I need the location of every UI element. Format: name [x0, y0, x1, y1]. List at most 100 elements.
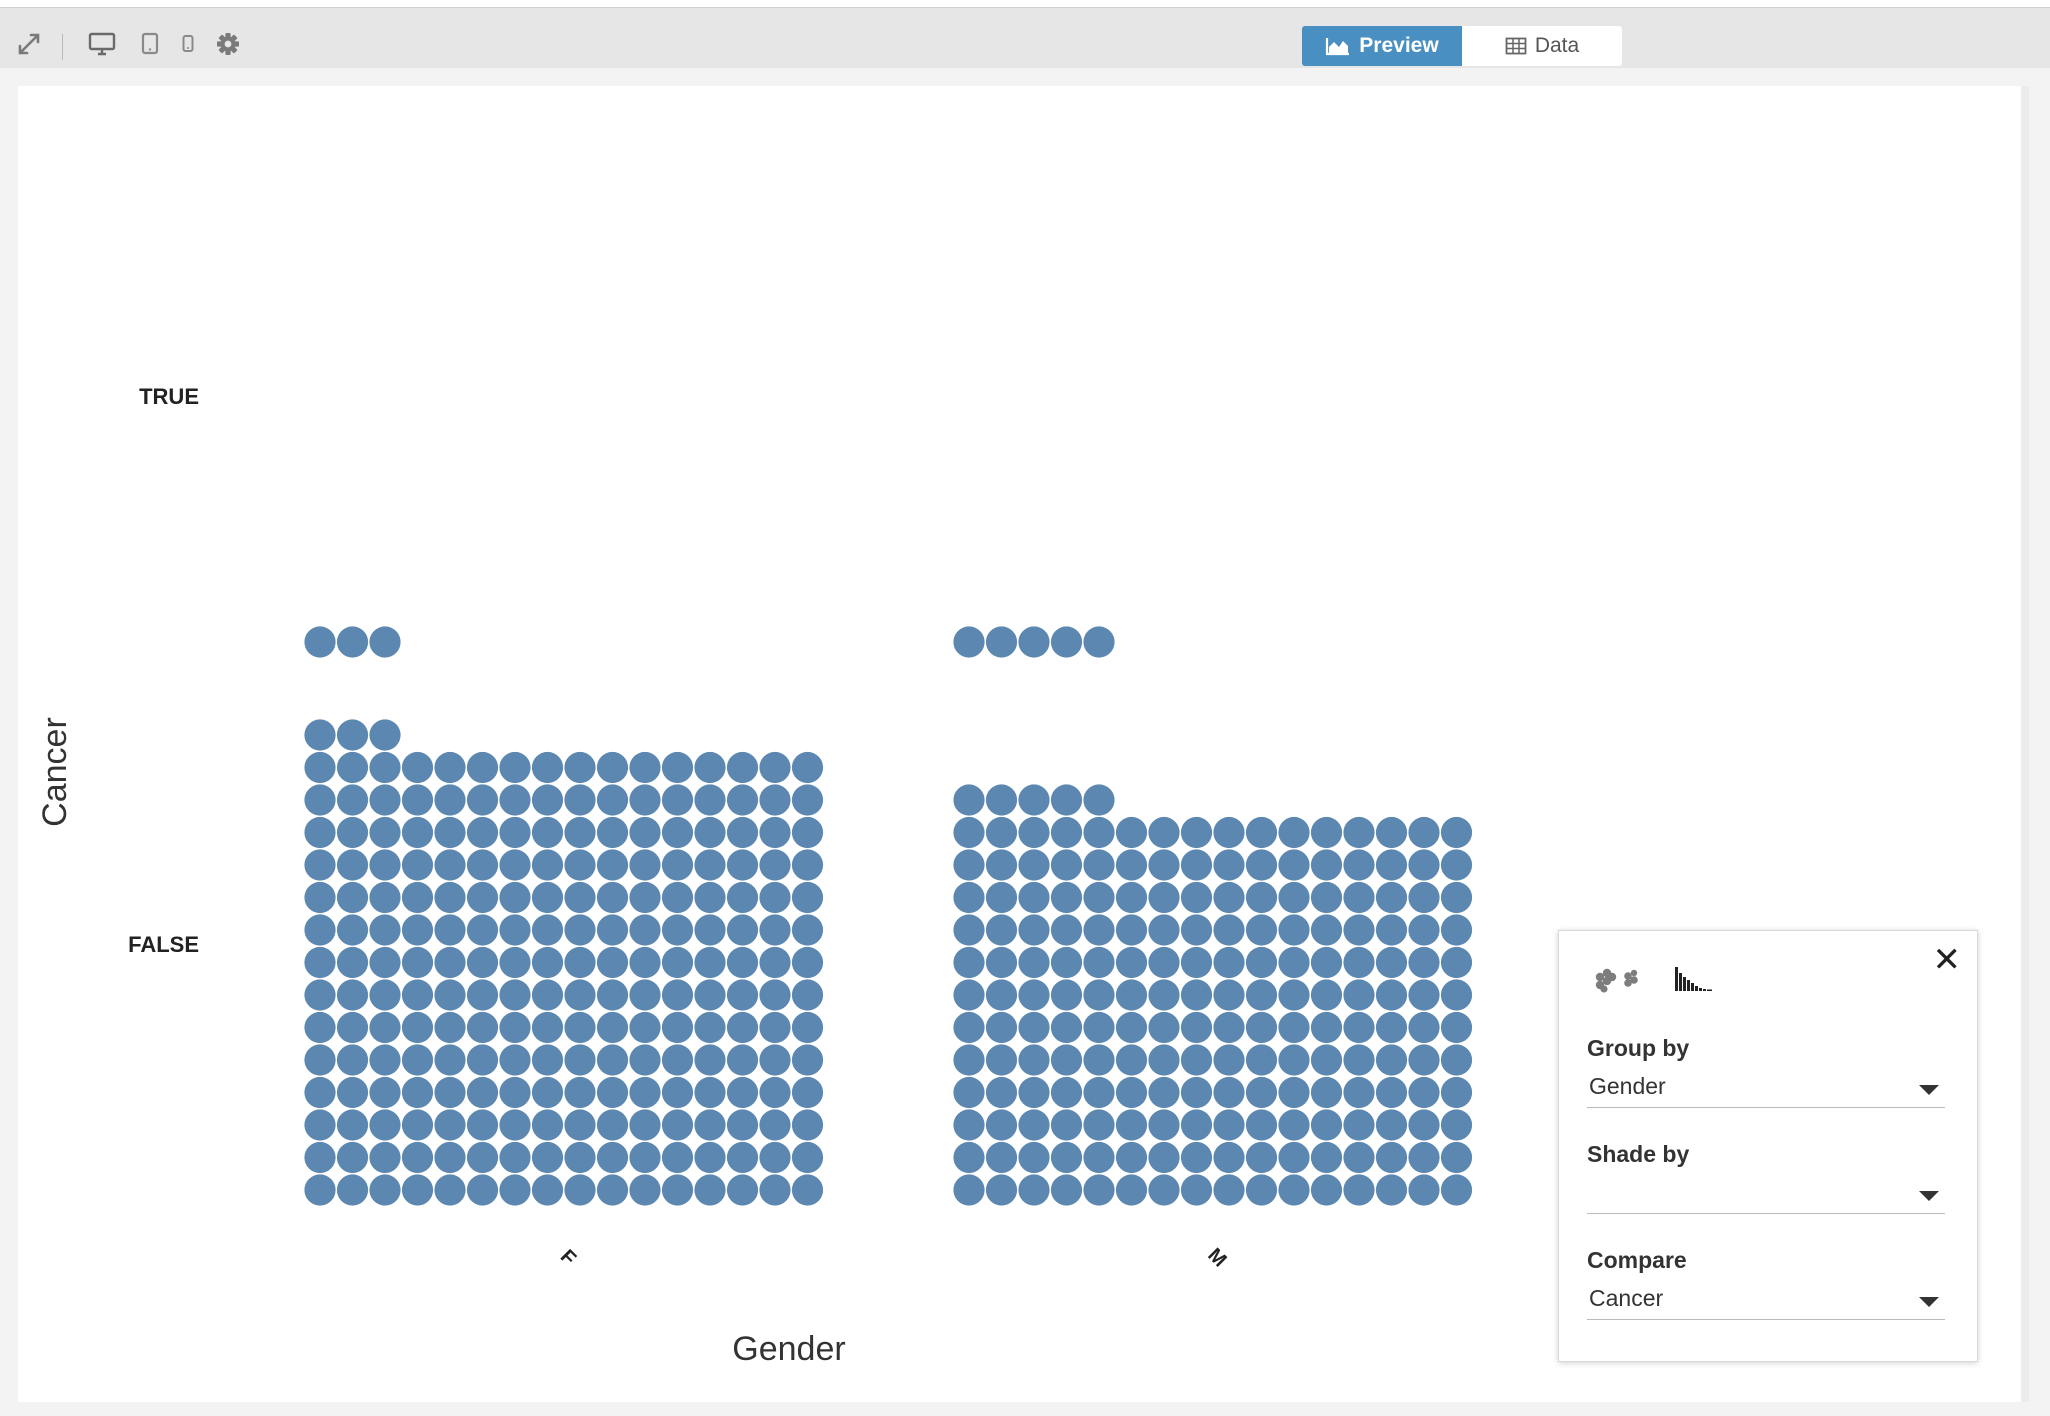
data-dot[interactable] [1083, 816, 1115, 849]
data-dot[interactable] [369, 626, 401, 658]
data-dot[interactable] [531, 1011, 564, 1044]
data-dot[interactable] [791, 1141, 824, 1174]
data-dot[interactable] [1115, 1044, 1148, 1076]
data-dot[interactable] [661, 914, 694, 946]
data-dot[interactable] [726, 1076, 759, 1109]
data-dot[interactable] [401, 1011, 434, 1044]
data-dot[interactable] [369, 1141, 401, 1174]
data-dot[interactable] [1343, 1011, 1375, 1044]
data-dot[interactable] [401, 751, 434, 784]
data-dot[interactable] [661, 1141, 694, 1174]
data-dot[interactable] [629, 1044, 661, 1076]
data-dot[interactable] [1148, 881, 1180, 914]
data-dot[interactable] [401, 881, 434, 914]
data-dot[interactable] [759, 816, 791, 849]
data-dot[interactable] [661, 1044, 694, 1076]
data-dot[interactable] [499, 946, 531, 979]
data-dot[interactable] [694, 1141, 726, 1174]
data-dot[interactable] [791, 1011, 824, 1044]
data-dot[interactable] [1408, 881, 1440, 914]
data-dot[interactable] [596, 1141, 629, 1174]
data-dot[interactable] [304, 816, 336, 849]
data-dot[interactable] [304, 946, 336, 979]
data-dot[interactable] [759, 751, 791, 784]
data-dot[interactable] [1310, 1044, 1343, 1076]
data-dot[interactable] [1180, 816, 1213, 849]
data-dot[interactable] [499, 1109, 531, 1141]
data-dot[interactable] [1018, 1011, 1050, 1044]
data-dot[interactable] [434, 1109, 466, 1141]
data-dot[interactable] [1310, 1076, 1343, 1109]
data-dot[interactable] [953, 816, 985, 849]
data-dot[interactable] [1018, 816, 1050, 849]
data-dot[interactable] [791, 784, 824, 816]
data-dot[interactable] [466, 946, 499, 979]
data-dot[interactable] [1180, 1076, 1213, 1109]
data-dot[interactable] [531, 1109, 564, 1141]
data-dot[interactable] [1310, 881, 1343, 914]
data-dot[interactable] [369, 1174, 401, 1206]
data-dot[interactable] [985, 1141, 1018, 1174]
data-dot[interactable] [985, 816, 1018, 849]
data-dot[interactable] [1408, 946, 1440, 979]
data-dot[interactable] [1083, 946, 1115, 979]
data-dot[interactable] [726, 1011, 759, 1044]
data-dot[interactable] [791, 751, 824, 784]
data-dot[interactable] [1440, 1076, 1473, 1109]
data-dot[interactable] [531, 1174, 564, 1206]
data-dot[interactable] [759, 1044, 791, 1076]
data-dot[interactable] [1115, 1109, 1148, 1141]
data-dot[interactable] [336, 1011, 369, 1044]
data-dot[interactable] [466, 1109, 499, 1141]
data-dot[interactable] [1408, 1076, 1440, 1109]
data-dot[interactable] [629, 881, 661, 914]
data-dot[interactable] [499, 979, 531, 1011]
data-dot[interactable] [499, 1076, 531, 1109]
data-dot[interactable] [791, 849, 824, 881]
data-dot[interactable] [1148, 1044, 1180, 1076]
data-dot[interactable] [661, 1174, 694, 1206]
bubble-view-icon[interactable] [1591, 961, 1647, 1002]
data-dot[interactable] [531, 1076, 564, 1109]
data-dot[interactable] [1148, 1011, 1180, 1044]
data-dot[interactable] [499, 914, 531, 946]
data-dot[interactable] [1245, 816, 1278, 849]
data-dot[interactable] [336, 1076, 369, 1109]
data-dot[interactable] [1343, 914, 1375, 946]
data-dot[interactable] [369, 751, 401, 784]
data-dot[interactable] [791, 1174, 824, 1206]
data-dot[interactable] [629, 946, 661, 979]
data-dot[interactable] [596, 1109, 629, 1141]
data-dot[interactable] [1408, 1174, 1440, 1206]
data-dot[interactable] [985, 784, 1018, 816]
data-dot[interactable] [466, 979, 499, 1011]
data-dot[interactable] [531, 751, 564, 784]
data-dot[interactable] [466, 1044, 499, 1076]
data-dot[interactable] [791, 1076, 824, 1109]
data-dot[interactable] [1050, 816, 1083, 849]
data-dot[interactable] [596, 979, 629, 1011]
data-dot[interactable] [531, 1141, 564, 1174]
data-dot[interactable] [661, 849, 694, 881]
data-dot[interactable] [1148, 1141, 1180, 1174]
data-dot[interactable] [1213, 1174, 1245, 1206]
data-dot[interactable] [1018, 1076, 1050, 1109]
data-dot[interactable] [953, 914, 985, 946]
data-dot[interactable] [304, 881, 336, 914]
data-dot[interactable] [369, 1011, 401, 1044]
data-dot[interactable] [1310, 1011, 1343, 1044]
data-dot[interactable] [466, 751, 499, 784]
data-dot[interactable] [1343, 1044, 1375, 1076]
data-dot[interactable] [336, 1174, 369, 1206]
data-dot[interactable] [1440, 1044, 1473, 1076]
data-dot[interactable] [434, 946, 466, 979]
data-dot[interactable] [629, 914, 661, 946]
data-dot[interactable] [1018, 881, 1050, 914]
data-dot[interactable] [1115, 946, 1148, 979]
data-dot[interactable] [499, 784, 531, 816]
data-dot[interactable] [694, 881, 726, 914]
data-dot[interactable] [564, 1141, 596, 1174]
data-dot[interactable] [661, 1011, 694, 1044]
data-dot[interactable] [791, 881, 824, 914]
data-dot[interactable] [661, 1109, 694, 1141]
